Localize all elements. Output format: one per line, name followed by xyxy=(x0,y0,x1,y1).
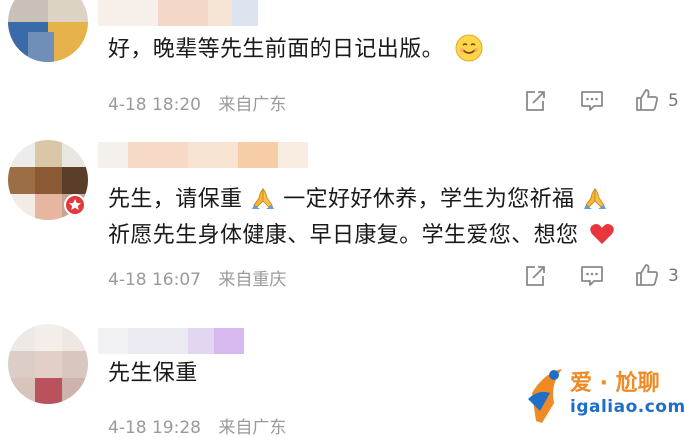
comment-location: 来自重庆 xyxy=(218,270,287,290)
comment-text-line: 好，晚辈等先生前面的日记出版。 xyxy=(108,37,445,62)
praying-hands-emoji xyxy=(251,188,274,209)
comment-text: 先生保重 xyxy=(108,359,198,389)
comment-location: 来自广东 xyxy=(218,95,287,115)
comment-text: 好，晚辈等先生前面的日记出版。 xyxy=(108,34,483,65)
comment-text: 祈愿先生身体健康、早日康复。学生爱您、想您 xyxy=(108,221,615,251)
share-icon[interactable] xyxy=(522,88,548,114)
red-heart-emoji xyxy=(590,224,614,244)
comment-date: 4-18 18:20 xyxy=(108,95,201,115)
watermark-brand: 爱 · 尬聊 xyxy=(570,371,660,396)
username-blurred[interactable] xyxy=(98,0,258,26)
username-blurred[interactable] xyxy=(98,328,244,354)
avatar[interactable] xyxy=(8,0,88,62)
comment-item-1: 好，晚辈等先生前面的日记出版。 4-18 18:20 来自广东 5 xyxy=(0,0,684,130)
comment-meta: 4-18 19:28 来自广东 xyxy=(108,413,286,438)
comment-text: 先生，请保重 一定好好休养，学生为您祈福 xyxy=(108,185,608,215)
comment-meta: 4-18 16:07 来自重庆 xyxy=(108,265,286,290)
avatar[interactable] xyxy=(8,324,88,404)
verified-badge-icon xyxy=(64,194,86,216)
praying-hands-emoji xyxy=(583,188,606,209)
smile-emoji xyxy=(455,34,483,62)
thumbs-up-icon[interactable] xyxy=(634,262,660,288)
comment-location: 来自广东 xyxy=(218,418,287,438)
comment-date: 4-18 19:28 xyxy=(108,418,201,438)
watermark-logo: 爱 · 尬聊 igaliao.com xyxy=(514,353,684,433)
username-blurred[interactable] xyxy=(98,142,308,168)
share-icon[interactable] xyxy=(522,263,548,289)
comment-text-line: 祈愿先生身体健康、早日康复。学生爱您、想您 xyxy=(108,223,579,248)
comment-date: 4-18 16:07 xyxy=(108,270,201,290)
watermark-url: igaliao.com xyxy=(570,397,684,417)
like-count: 3 xyxy=(668,266,679,286)
comment-icon[interactable] xyxy=(579,263,605,289)
pencil-person-icon xyxy=(528,369,562,423)
comment-text-line: 先生，请保重 xyxy=(108,187,243,212)
comment-icon[interactable] xyxy=(579,88,605,114)
like-count: 5 xyxy=(668,91,679,111)
comment-meta: 4-18 18:20 来自广东 xyxy=(108,90,286,115)
comment-item-2: 先生，请保重 一定好好休养，学生为您祈福 祈愿先生身体健康、早日康复。学生爱您、… xyxy=(0,130,684,310)
comment-text-line: 先生保重 xyxy=(108,361,198,386)
thumbs-up-icon[interactable] xyxy=(634,87,660,113)
comment-text-line: 一定好好休养，学生为您祈福 xyxy=(283,187,575,212)
